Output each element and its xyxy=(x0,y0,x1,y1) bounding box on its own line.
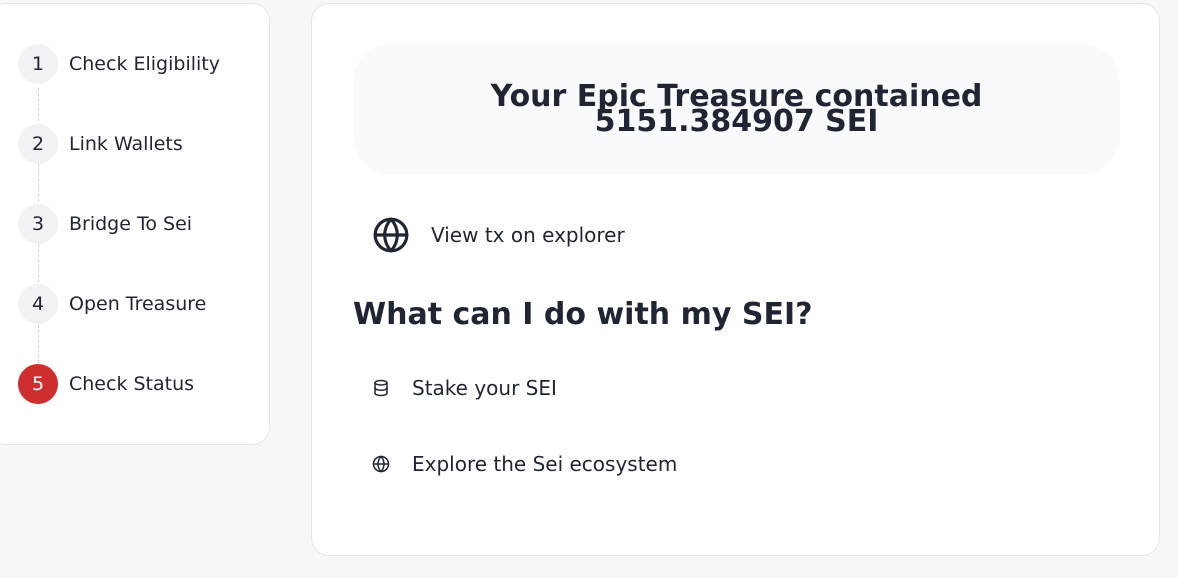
step-label: Open Treasure xyxy=(69,293,207,315)
stepper-panel: 1 Check Eligibility 2 Link Wallets 3 Bri… xyxy=(0,3,270,445)
result-title: Your Epic Treasure contained 5151.384907… xyxy=(490,79,983,139)
step-number: 1 xyxy=(18,44,58,84)
database-icon xyxy=(374,379,388,397)
section-heading: What can I do with my SEI? xyxy=(353,297,813,332)
step-open-treasure[interactable]: 4 Open Treasure xyxy=(18,284,206,324)
stake-sei-link[interactable]: Stake your SEI xyxy=(372,373,557,403)
globe-icon xyxy=(373,217,409,253)
explore-ecosystem-link[interactable]: Explore the Sei ecosystem xyxy=(372,449,677,479)
step-check-status[interactable]: 5 Check Status xyxy=(18,364,194,404)
explorer-link-label: View tx on explorer xyxy=(431,223,625,247)
action-label: Stake your SEI xyxy=(412,376,557,400)
step-bridge-to-sei[interactable]: 3 Bridge To Sei xyxy=(18,204,192,244)
step-number-active: 5 xyxy=(18,364,58,404)
step-number: 3 xyxy=(18,204,58,244)
globe-icon xyxy=(372,455,390,473)
step-check-eligibility[interactable]: 1 Check Eligibility xyxy=(18,44,220,84)
step-label: Check Eligibility xyxy=(69,53,220,75)
action-label: Explore the Sei ecosystem xyxy=(412,452,678,476)
status-panel: Your Epic Treasure contained 5151.384907… xyxy=(311,3,1160,556)
result-banner: Your Epic Treasure contained 5151.384907… xyxy=(353,43,1120,175)
step-label: Check Status xyxy=(69,373,195,395)
step-label: Bridge To Sei xyxy=(69,213,193,235)
step-label: Link Wallets xyxy=(69,133,183,155)
step-number: 2 xyxy=(18,124,58,164)
view-tx-explorer-link[interactable]: View tx on explorer xyxy=(372,215,625,255)
step-number: 4 xyxy=(18,284,58,324)
step-link-wallets[interactable]: 2 Link Wallets xyxy=(18,124,183,164)
